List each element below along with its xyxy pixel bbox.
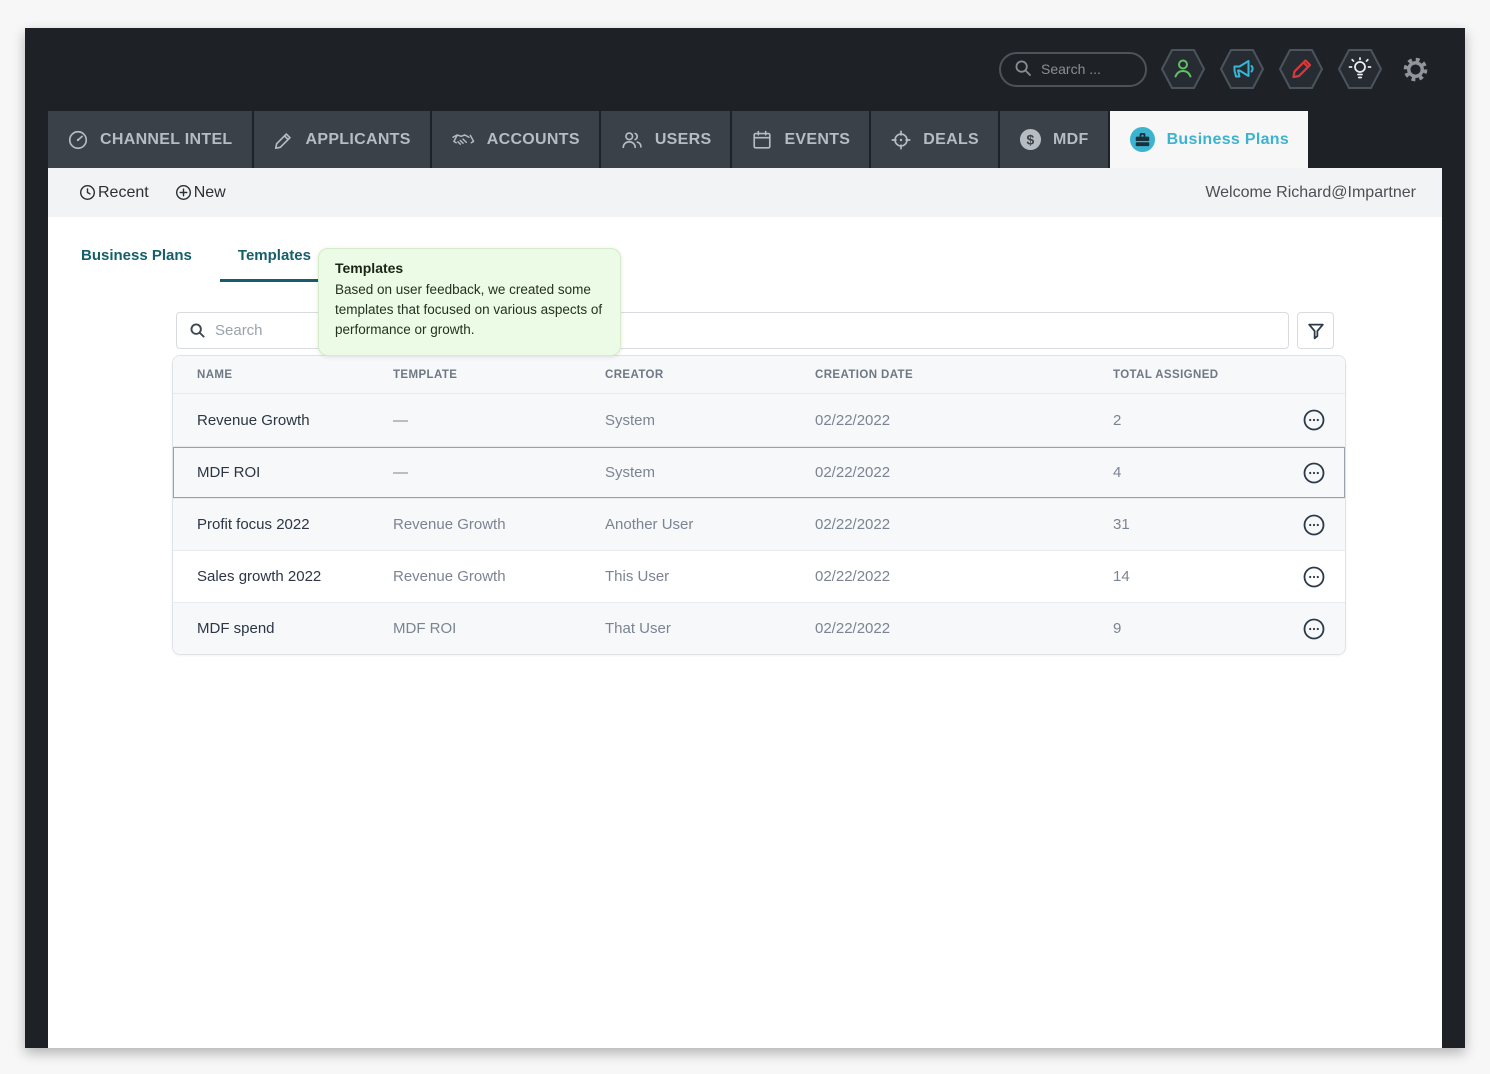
tab-channel-intel[interactable]: CHANNEL INTEL [48, 111, 252, 168]
search-icon [1014, 59, 1032, 80]
cell-total-assigned: 9 [1113, 620, 1283, 637]
pencil-hex-button[interactable] [1278, 48, 1324, 90]
pencil-icon [273, 129, 295, 151]
clock-icon [79, 184, 96, 201]
welcome-text: Welcome Richard@Impartner [1205, 184, 1416, 202]
tab-users[interactable]: USERS [601, 111, 731, 168]
cell-total-assigned: 2 [1113, 412, 1283, 429]
target-icon [890, 129, 912, 151]
filter-button[interactable] [1297, 312, 1334, 349]
new-button[interactable]: New [175, 184, 226, 202]
cell-template: Revenue Growth [393, 568, 605, 585]
cell-name: Revenue Growth [173, 412, 393, 429]
cell-template: MDF ROI [393, 620, 605, 637]
global-search-placeholder: Search ... [1041, 61, 1101, 77]
tooltip-title: Templates [335, 260, 604, 276]
svg-text:$: $ [1026, 131, 1034, 147]
welcome-bar: Recent New Welcome Richard@Impartner [48, 168, 1442, 217]
col-header-creator: CREATOR [605, 369, 815, 381]
funnel-icon [1305, 320, 1327, 342]
cell-creator: System [605, 412, 815, 429]
subtab-templates[interactable]: Templates [220, 247, 329, 282]
tab-accounts[interactable]: ACCOUNTS [432, 111, 599, 168]
row-actions-button[interactable] [1301, 512, 1327, 538]
global-search-input[interactable]: Search ... [999, 52, 1147, 87]
cell-creator: System [605, 464, 815, 481]
cell-total-assigned: 31 [1113, 516, 1283, 533]
table-row[interactable]: Profit focus 2022 Revenue Growth Another… [173, 498, 1345, 550]
tab-applicants[interactable]: APPLICANTS [254, 111, 430, 168]
cell-creation-date: 02/22/2022 [815, 620, 1113, 637]
subtab-business-plans[interactable]: Business Plans [81, 247, 192, 282]
recent-button[interactable]: Recent [79, 184, 149, 202]
row-actions-button[interactable] [1301, 460, 1327, 486]
ellipsis-circle-icon [1302, 565, 1326, 589]
subtabs: Business Plans Templates [81, 247, 329, 282]
templates-tooltip: Templates Based on user feedback, we cre… [318, 248, 621, 356]
handshake-icon [451, 129, 476, 151]
row-actions-button[interactable] [1301, 407, 1327, 433]
col-header-template: TEMPLATE [393, 369, 605, 381]
briefcase-icon [1129, 126, 1156, 153]
cell-total-assigned: 14 [1113, 568, 1283, 585]
tooltip-body: Based on user feedback, we created some … [335, 280, 604, 340]
cell-creator: This User [605, 568, 815, 585]
cell-creator: Another User [605, 516, 815, 533]
ellipsis-circle-icon [1302, 617, 1326, 641]
cell-name: Sales growth 2022 [173, 568, 393, 585]
gear-icon [1402, 56, 1429, 83]
row-actions-button[interactable] [1301, 564, 1327, 590]
table-row[interactable]: MDF ROI — System 02/22/2022 4 [173, 446, 1345, 498]
content-area: Recent New Welcome Richard@Impartner Bus… [48, 168, 1442, 1048]
cell-template: — [393, 412, 605, 429]
settings-gear-button[interactable] [1402, 56, 1429, 83]
cell-creation-date: 02/22/2022 [815, 412, 1113, 429]
lightbulb-hex-button[interactable] [1337, 48, 1383, 90]
cell-template: — [393, 464, 605, 481]
templates-table: NAME TEMPLATE CREATOR CREATION DATE TOTA… [172, 355, 1346, 655]
table-header-row: NAME TEMPLATE CREATOR CREATION DATE TOTA… [173, 356, 1345, 394]
users-icon [620, 129, 644, 151]
row-actions-button[interactable] [1301, 616, 1327, 642]
app-window: Search ... [25, 28, 1465, 1048]
header-actions: Search ... [999, 48, 1429, 90]
cell-creator: That User [605, 620, 815, 637]
table-row[interactable]: Sales growth 2022 Revenue Growth This Us… [173, 550, 1345, 602]
table-row[interactable]: Revenue Growth — System 02/22/2022 2 [173, 394, 1345, 446]
plus-circle-icon [175, 184, 192, 201]
cell-name: MDF spend [173, 620, 393, 637]
cell-creation-date: 02/22/2022 [815, 516, 1113, 533]
cell-creation-date: 02/22/2022 [815, 464, 1113, 481]
ellipsis-circle-icon [1302, 461, 1326, 485]
ellipsis-circle-icon [1302, 513, 1326, 537]
tab-events[interactable]: EVENTS [732, 111, 869, 168]
business-plans-panel: Business Plans Templates Templates Based… [48, 217, 1442, 1048]
cell-creation-date: 02/22/2022 [815, 568, 1113, 585]
megaphone-hex-button[interactable] [1219, 48, 1265, 90]
gauge-icon [67, 129, 89, 151]
top-header: Search ... [25, 28, 1465, 168]
cell-name: MDF ROI [173, 464, 393, 481]
col-header-total-assigned: TOTAL ASSIGNED [1113, 369, 1283, 381]
cell-template: Revenue Growth [393, 516, 605, 533]
table-body: Revenue Growth — System 02/22/2022 2 [173, 394, 1345, 654]
tab-deals[interactable]: DEALS [871, 111, 998, 168]
calendar-icon [751, 129, 773, 151]
user-hex-button[interactable] [1160, 48, 1206, 90]
tab-business-plans[interactable]: Business Plans [1110, 111, 1308, 168]
cell-total-assigned: 4 [1113, 464, 1283, 481]
main-nav-tabs: CHANNEL INTEL APPLICANTS ACCOUNTS [48, 111, 1308, 168]
search-icon [189, 322, 206, 339]
col-header-name: NAME [173, 369, 393, 381]
dollar-icon: $ [1019, 128, 1042, 151]
table-row[interactable]: MDF spend MDF ROI That User 02/22/2022 9 [173, 602, 1345, 654]
col-header-creation-date: CREATION DATE [815, 369, 1113, 381]
cell-name: Profit focus 2022 [173, 516, 393, 533]
ellipsis-circle-icon [1302, 408, 1326, 432]
tab-mdf[interactable]: $ MDF [1000, 111, 1108, 168]
